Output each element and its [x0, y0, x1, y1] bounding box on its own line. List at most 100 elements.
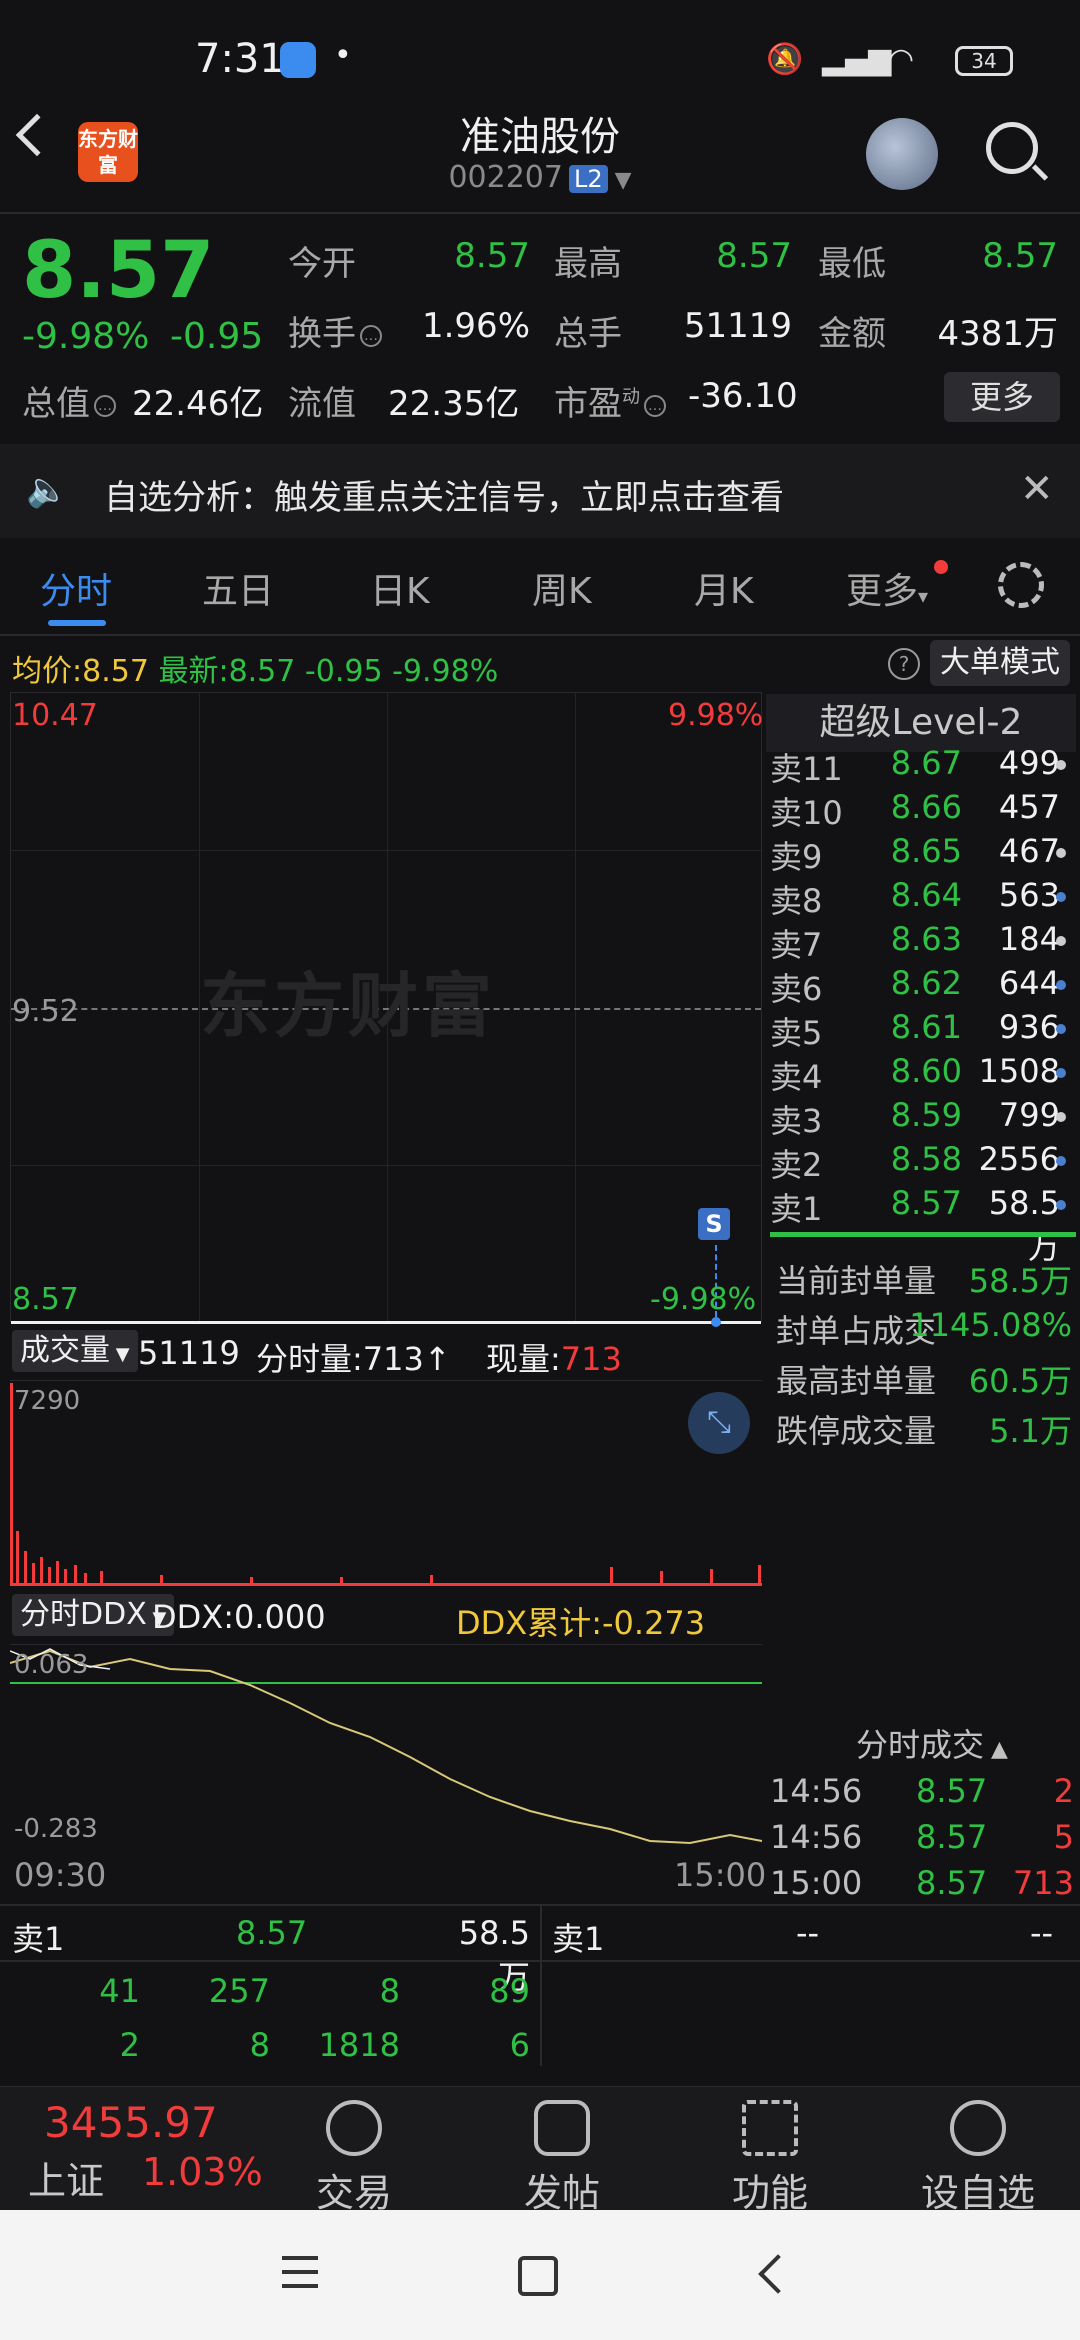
- app-notification-icon: [280, 42, 316, 78]
- help-icon[interactable]: ?: [888, 648, 920, 680]
- home-icon[interactable]: [518, 2256, 558, 2296]
- gear-icon[interactable]: [998, 562, 1044, 608]
- robot-assistant-avatar[interactable]: [866, 118, 938, 190]
- order-marker-dot: [1056, 1112, 1066, 1122]
- order-marker-dot: [1056, 1156, 1066, 1166]
- last-price-dot: [711, 1317, 721, 1327]
- order-book-row[interactable]: 卖10 8.66 457: [770, 788, 1070, 832]
- search-icon[interactable]: [986, 122, 1038, 174]
- ask-level-label: 卖1: [770, 1190, 823, 1228]
- ask-qty: 2556: [978, 1140, 1060, 1178]
- ask-level-label: 卖9: [770, 838, 823, 876]
- mute-icon: 🔕: [766, 42, 804, 77]
- ask-qty: 799: [998, 1096, 1060, 1134]
- big-order-mode-button[interactable]: 大单模式: [930, 640, 1070, 686]
- bottom-left-price: 8.57: [236, 1914, 308, 1952]
- ask-qty: 644: [998, 964, 1060, 1002]
- stat-value: 1145.08%: [909, 1306, 1072, 1344]
- order-book-row[interactable]: 卖11 8.67 499: [770, 744, 1070, 788]
- order-book-row[interactable]: 卖1 8.57 58.5万: [770, 1184, 1070, 1266]
- x-axis-end-label: 15:00: [674, 1856, 767, 1894]
- menu-icon[interactable]: [282, 2256, 318, 2288]
- divider: [0, 212, 1080, 214]
- signal-s-badge[interactable]: S: [698, 1208, 730, 1240]
- nav-post[interactable]: 发帖: [492, 2100, 632, 2217]
- trade-cell: 8: [379, 1972, 400, 2010]
- ask-qty: 467: [998, 832, 1060, 870]
- order-book-row[interactable]: 卖5 8.61 936: [770, 1008, 1070, 1052]
- more-quote-button[interactable]: 更多: [944, 372, 1060, 422]
- nav-functions[interactable]: 功能: [700, 2100, 840, 2217]
- stat-value: 60.5万: [968, 1362, 1072, 1400]
- row-change-pct: -9.98%: [392, 654, 499, 689]
- bottom-right-price: --: [796, 1914, 820, 1952]
- volume-value: 51119: [683, 306, 792, 346]
- info-icon: …: [644, 394, 666, 417]
- close-icon[interactable]: ✕: [1020, 466, 1054, 512]
- tab-daily-k[interactable]: 日K: [370, 562, 430, 614]
- stat-value: 5.1万: [989, 1412, 1072, 1450]
- ask-level-label: 卖5: [770, 1014, 823, 1052]
- volume-chart[interactable]: [10, 1380, 762, 1586]
- volume-indicator-selector[interactable]: 成交量 ▼: [12, 1330, 138, 1372]
- mktcap-value: 22.46亿: [132, 384, 264, 424]
- ddx-lines: [10, 1648, 762, 1845]
- low-value: 8.57: [982, 236, 1058, 276]
- order-book-row[interactable]: 卖4 8.60 1508: [770, 1052, 1070, 1096]
- trade-volume: 713: [1012, 1864, 1074, 1902]
- trade-price: 8.57: [916, 1818, 988, 1856]
- chevron-down-icon: ▾: [918, 584, 929, 608]
- order-book-row[interactable]: 卖3 8.59 799: [770, 1096, 1070, 1140]
- ask-price: 8.58: [890, 1140, 962, 1178]
- volume-bars: [10, 1383, 762, 1586]
- info-icon: …: [94, 394, 116, 417]
- ask-level-label: 卖4: [770, 1058, 823, 1096]
- ask-qty: 184: [998, 920, 1060, 958]
- order-book-row[interactable]: 卖9 8.65 467: [770, 832, 1070, 876]
- expand-icon[interactable]: ⤡: [688, 1392, 750, 1454]
- index-name: 上证: [28, 2159, 105, 2203]
- ask-price: 8.67: [890, 744, 962, 782]
- tab-weekly-k[interactable]: 周K: [532, 562, 592, 614]
- trades-header[interactable]: 分时成交 ▲: [856, 1720, 1008, 1766]
- chevron-down-icon: ▼: [110, 1344, 130, 1365]
- notice-text[interactable]: 自选分析：触发重点关注信号，立即点击查看: [104, 470, 784, 519]
- high-value: 8.57: [716, 236, 792, 276]
- order-book-row[interactable]: 卖6 8.62 644: [770, 964, 1070, 1008]
- ddx-indicator-selector[interactable]: 分时DDX ▼: [12, 1594, 175, 1636]
- low-label: 最低: [818, 244, 886, 284]
- nav-add-watchlist[interactable]: 设自选: [908, 2100, 1048, 2217]
- ask-qty: 563: [998, 876, 1060, 914]
- stock-code-selector[interactable]: 002207 L2 ▼: [340, 160, 740, 195]
- ask-price: 8.62: [890, 964, 962, 1002]
- ask-level-label: 卖3: [770, 1102, 823, 1140]
- divider: [0, 634, 1080, 636]
- tab-intraday[interactable]: 分时: [40, 562, 112, 614]
- ddx-chart[interactable]: [10, 1644, 762, 1850]
- pe-label[interactable]: 市盈动…: [554, 376, 666, 425]
- high-label: 最高: [554, 244, 622, 284]
- trade-cell: 257: [208, 1972, 270, 2010]
- nav-trade[interactable]: 交易: [284, 2100, 424, 2217]
- back-icon[interactable]: [15, 113, 59, 157]
- tab-monthly-k[interactable]: 月K: [694, 562, 754, 614]
- eastmoney-logo[interactable]: 东方财富: [78, 122, 138, 182]
- tab-five-day[interactable]: 五日: [202, 562, 274, 614]
- mktcap-label[interactable]: 总值…: [22, 376, 116, 425]
- tab-more[interactable]: 更多▾: [846, 562, 928, 614]
- order-book-row[interactable]: 卖7 8.63 184: [770, 920, 1070, 964]
- turnover-label[interactable]: 换手…: [288, 306, 382, 355]
- turnover-value: 1.96%: [421, 306, 530, 346]
- ddx-cumulative: DDX累计:-0.273: [456, 1604, 706, 1642]
- trade-cell: 1818: [318, 2026, 400, 2064]
- pct-axis-top-label: 9.98%: [668, 698, 764, 733]
- volume-label: 总手: [554, 314, 622, 354]
- stat-label: 当前封单量: [776, 1262, 937, 1300]
- bottom-left-label: 卖1: [12, 1920, 65, 1958]
- order-book-row[interactable]: 卖2 8.58 2556: [770, 1140, 1070, 1184]
- stock-name: 准油股份: [460, 114, 620, 160]
- amount-value: 4381万: [937, 314, 1058, 354]
- ask-price: 8.66: [890, 788, 962, 826]
- price-line: [11, 1321, 761, 1324]
- order-book-row[interactable]: 卖8 8.64 563: [770, 876, 1070, 920]
